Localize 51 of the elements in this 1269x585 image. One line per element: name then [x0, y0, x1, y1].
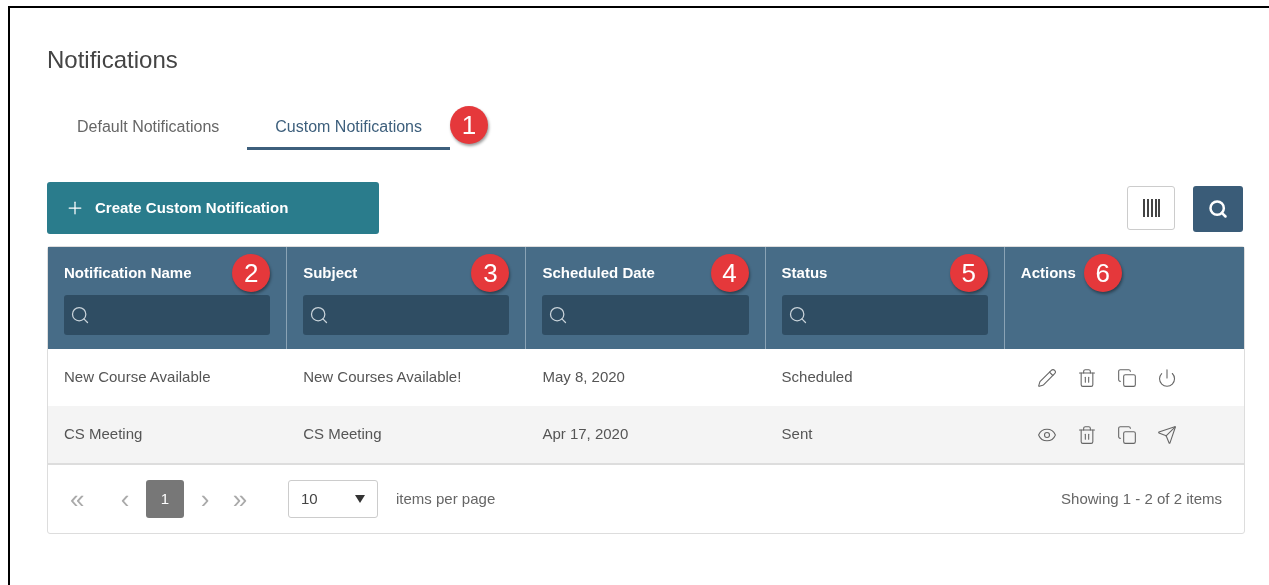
column-title: Scheduled Date	[542, 262, 655, 283]
callout-badge: 2	[232, 254, 271, 292]
power-icon[interactable]	[1156, 367, 1177, 388]
search-icon	[70, 305, 90, 325]
table-cell-text: New Courses Available!	[302, 367, 463, 388]
columns-button[interactable]	[1127, 186, 1175, 230]
filter-field[interactable]	[303, 295, 510, 335]
columns-icon	[1142, 198, 1160, 218]
create-notification-button[interactable]: Create Custom Notification	[47, 182, 379, 234]
column-title: Actions	[1020, 262, 1076, 283]
search-icon	[1208, 199, 1228, 219]
next-page-button[interactable]: ›	[190, 479, 220, 519]
trash-icon[interactable]	[1076, 424, 1097, 445]
search-icon	[309, 305, 330, 325]
callout-badge: 6	[1083, 254, 1122, 292]
copy-icon[interactable]	[1116, 367, 1137, 388]
filter-field[interactable]	[781, 295, 988, 335]
caret-icon	[355, 495, 365, 503]
first-page-button[interactable]: «	[70, 479, 110, 519]
table-cell-text: New Course Available	[63, 367, 212, 388]
table-cell-text: CS Meeting	[63, 424, 144, 445]
column-title: Subject	[303, 262, 358, 283]
last-page-button[interactable]: »	[220, 479, 260, 519]
callout-badge: 3	[471, 254, 510, 292]
tab[interactable]: Custom Notifications	[247, 106, 450, 150]
page-size-select[interactable]: 10	[288, 480, 378, 518]
callout-badge: 5	[949, 254, 988, 292]
pencil-icon[interactable]	[1036, 367, 1057, 388]
callout-badge: 4	[710, 254, 749, 292]
table-cell-text: Sent	[780, 424, 814, 445]
previous-page-button[interactable]: ‹	[110, 479, 140, 519]
search-icon	[548, 305, 569, 325]
page-size-label: items per page	[396, 488, 496, 509]
table-cell-text: CS Meeting	[302, 424, 383, 445]
page-title: Notifications	[47, 45, 179, 75]
table-cell-text: May 8, 2020	[541, 367, 626, 388]
items-summary: Showing 1 - 2 of 2 items	[1061, 488, 1222, 509]
paper-plane-icon[interactable]	[1156, 424, 1177, 445]
filter-field[interactable]	[542, 295, 749, 335]
table-cell-text: Apr 17, 2020	[541, 424, 630, 445]
callout-badge: 1	[450, 106, 488, 144]
page-button[interactable]: 1	[146, 480, 184, 518]
table-cell-text: Scheduled	[780, 367, 854, 388]
search-icon	[787, 305, 808, 325]
trash-icon[interactable]	[1076, 367, 1097, 388]
filter-field[interactable]	[64, 295, 271, 335]
column-title: Status	[781, 262, 828, 283]
search-button[interactable]	[1193, 186, 1243, 232]
copy-icon[interactable]	[1116, 424, 1137, 445]
column-title: Notification Name	[64, 262, 192, 283]
tab[interactable]: Default Notifications	[49, 106, 248, 150]
